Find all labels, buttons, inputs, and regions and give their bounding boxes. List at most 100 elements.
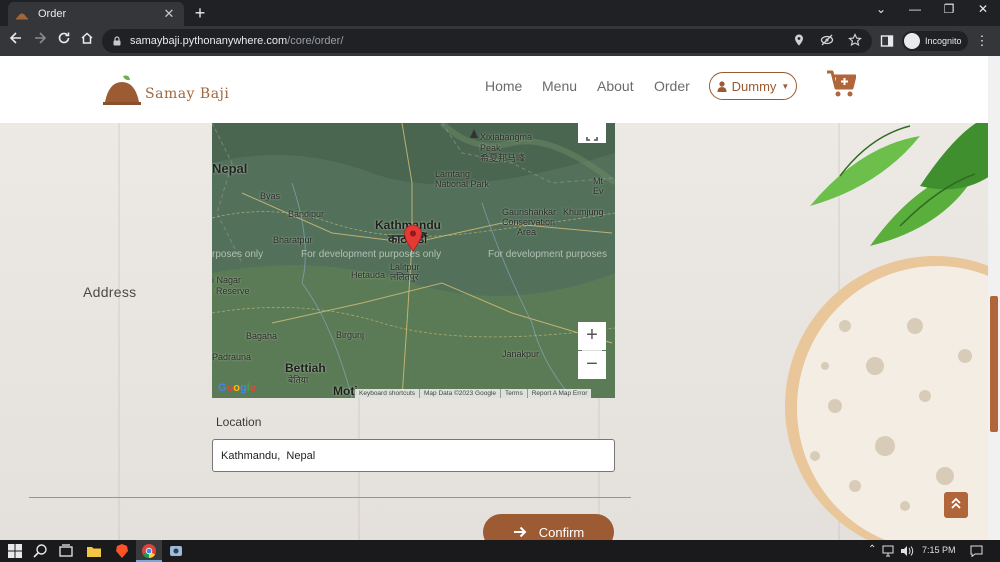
map-footer: Keyboard shortcuts Map Data ©2023 Google… bbox=[355, 389, 592, 398]
tray-chevron-up-icon[interactable]: ⌃ bbox=[868, 544, 876, 555]
network-icon[interactable] bbox=[882, 545, 894, 557]
confirm-button[interactable]: Confirm bbox=[483, 514, 614, 540]
dev-watermark-right: For development purposes bbox=[488, 249, 607, 260]
dev-watermark-left: rposes only bbox=[212, 249, 264, 260]
kebab-icon[interactable]: ⋮ bbox=[976, 33, 989, 49]
site-favicon-icon bbox=[16, 13, 28, 20]
form-divider bbox=[29, 497, 631, 498]
user-dropdown[interactable]: Dummy ▼ bbox=[709, 72, 797, 100]
map-label-bettiah: Bettiah bbox=[285, 361, 326, 375]
map-label-national-park: National Park bbox=[435, 179, 490, 189]
address-label: Address bbox=[83, 284, 137, 300]
user-icon bbox=[717, 80, 727, 92]
reload-icon[interactable] bbox=[54, 31, 74, 51]
task-view-icon[interactable] bbox=[58, 543, 74, 559]
leaves-decoration bbox=[810, 116, 990, 246]
map-label-janakpur: Janakpur bbox=[502, 349, 540, 359]
incognito-icon bbox=[904, 33, 920, 49]
browser-toolbar: samaybaji.pythonanywhere.com/core/order/… bbox=[0, 26, 1000, 56]
map-label-bagaha: Bagaha bbox=[246, 331, 278, 341]
map-label-lalitpur-np: ललितपुर bbox=[390, 272, 419, 282]
arrow-right-icon bbox=[513, 526, 527, 538]
scrollbar-thumb[interactable] bbox=[990, 296, 998, 432]
brand-logo[interactable]: Samay Baji bbox=[103, 74, 229, 106]
map-label-nepal: Nepal bbox=[212, 161, 248, 176]
location-icon[interactable] bbox=[792, 33, 806, 47]
map-label-bettiah-hi: बेतिया bbox=[288, 375, 309, 385]
chevron-down-icon: ▼ bbox=[781, 81, 790, 91]
windows-start-icon[interactable] bbox=[7, 543, 23, 559]
search-icon[interactable] bbox=[32, 543, 48, 559]
map-marker-icon[interactable] bbox=[403, 224, 423, 252]
app-icon[interactable] bbox=[168, 543, 184, 559]
file-explorer-icon[interactable] bbox=[86, 543, 102, 559]
star-icon[interactable] bbox=[848, 33, 862, 47]
eye-slash-icon[interactable] bbox=[820, 33, 834, 47]
map-data-attribution: Map Data ©2023 Google bbox=[420, 389, 502, 398]
map-label-bandipur: Bandipur bbox=[288, 209, 325, 219]
close-window-button[interactable]: ✕ bbox=[968, 2, 998, 16]
brand-name: Samay Baji bbox=[145, 86, 230, 102]
browser-tab-bar: Order ✕ + ⌄ — ❐ ✕ bbox=[0, 0, 1000, 26]
sidebar-icon[interactable] bbox=[880, 34, 894, 48]
report-map-error-link[interactable]: Report A Map Error bbox=[528, 389, 592, 398]
nav-about[interactable]: About bbox=[597, 78, 634, 94]
brand-bowl-icon bbox=[103, 75, 141, 105]
windows-taskbar: ⌃ 7:15 PM bbox=[0, 540, 1000, 562]
notification-icon[interactable] bbox=[970, 545, 983, 557]
map-label-area: Area bbox=[517, 227, 537, 237]
map-label-peak-cn: 希夏邦马峰 bbox=[480, 153, 526, 163]
map-terrain bbox=[212, 123, 615, 398]
nav-menu[interactable]: Menu bbox=[542, 78, 577, 94]
url-host: samaybaji.pythonanywhere.com bbox=[130, 35, 288, 47]
maximize-button[interactable]: ❐ bbox=[934, 2, 964, 16]
incognito-profile-button[interactable]: Incognito bbox=[902, 31, 968, 51]
page-viewport: Samay Baji Home Menu About Order Dummy ▼… bbox=[0, 56, 1000, 540]
nav-order[interactable]: Order bbox=[654, 78, 690, 94]
location-input[interactable] bbox=[212, 439, 615, 472]
map-label-peak: Peak bbox=[480, 143, 501, 153]
chrome-icon[interactable] bbox=[141, 543, 157, 559]
incognito-label: Incognito bbox=[925, 36, 962, 46]
map-label-mt-everest: Mt Ev bbox=[593, 176, 604, 196]
brave-icon[interactable] bbox=[114, 543, 130, 559]
map-label-lalitpur: Lalitpur bbox=[390, 262, 420, 272]
tab-order[interactable]: Order ✕ bbox=[8, 2, 184, 26]
map-label-bharatpur: Bharatpur bbox=[273, 235, 313, 245]
location-map[interactable]: Nepal Xixiabangma Peak 希夏邦马峰 Lamtang Nat… bbox=[212, 123, 615, 398]
zoom-out-button[interactable]: − bbox=[578, 351, 606, 379]
volume-icon[interactable] bbox=[900, 545, 914, 557]
back-icon[interactable] bbox=[6, 31, 26, 51]
map-label-xixiabangma: Xixiabangma bbox=[480, 132, 533, 142]
double-chevron-up-icon bbox=[951, 497, 961, 509]
zoom-in-button[interactable]: + bbox=[578, 322, 606, 350]
map-label-conservation: Conservation bbox=[502, 217, 556, 227]
user-name: Dummy bbox=[731, 78, 777, 94]
nav-home[interactable]: Home bbox=[485, 78, 522, 94]
minimize-button[interactable]: — bbox=[900, 2, 930, 16]
page-scrollbar[interactable] bbox=[988, 56, 1000, 540]
tab-title: Order bbox=[38, 8, 67, 20]
tab-search-icon[interactable]: ⌄ bbox=[866, 2, 896, 16]
terms-link[interactable]: Terms bbox=[501, 389, 528, 398]
address-bar[interactable]: samaybaji.pythonanywhere.com/core/order/ bbox=[102, 29, 872, 53]
map-label-hetauda: Hetauda bbox=[351, 270, 386, 280]
keyboard-shortcuts-link[interactable]: Keyboard shortcuts bbox=[355, 389, 421, 398]
confirm-label: Confirm bbox=[538, 524, 585, 540]
fullscreen-button[interactable] bbox=[578, 123, 606, 143]
location-label: Location bbox=[216, 415, 262, 429]
cart-plus-icon[interactable] bbox=[826, 70, 856, 98]
map-label-byas: Byas bbox=[260, 191, 281, 201]
home-icon[interactable] bbox=[77, 31, 97, 51]
taskbar-clock[interactable]: 7:15 PM bbox=[922, 545, 956, 555]
forward-icon[interactable] bbox=[30, 31, 50, 51]
map-label-gaurishankar: Gaurishankar bbox=[502, 207, 557, 217]
google-logo[interactable]: Google bbox=[218, 382, 256, 394]
tab-close-icon[interactable]: ✕ bbox=[162, 6, 176, 22]
lock-icon bbox=[113, 36, 121, 46]
new-tab-button[interactable]: + bbox=[190, 3, 210, 24]
map-label-nagar: i Nagar bbox=[212, 275, 242, 285]
fullscreen-icon bbox=[586, 137, 598, 141]
url-path: /core/order/ bbox=[287, 35, 344, 47]
scroll-to-top-button[interactable] bbox=[944, 492, 968, 518]
